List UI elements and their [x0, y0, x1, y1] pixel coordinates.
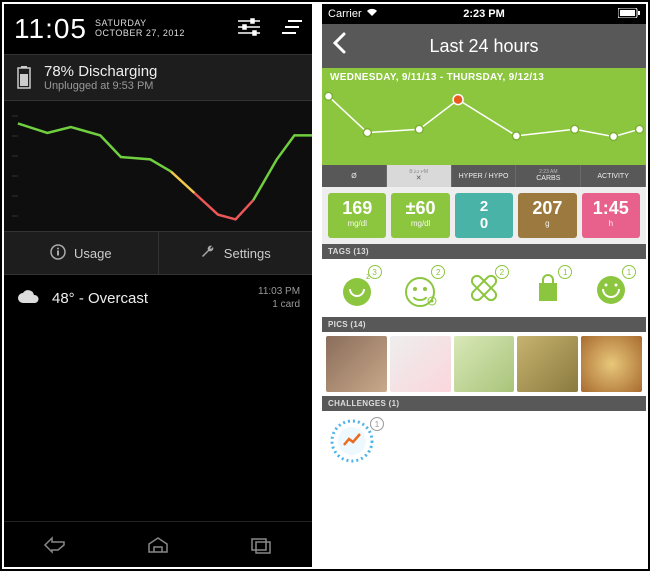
back-button[interactable]: [332, 32, 346, 61]
pic-thumb[interactable]: [581, 336, 642, 392]
pic-thumb[interactable]: [326, 336, 387, 392]
nav-bar: Last 24 hours: [322, 24, 646, 68]
clock-date-block: SATURDAY OCTOBER 27, 2012: [95, 19, 185, 39]
weather-meta: 11:03 PM 1 card: [258, 285, 300, 311]
date-range-label: WEDNESDAY, 9/11/13 - THURSDAY, 9/12/13: [322, 68, 646, 87]
pics-row: [322, 332, 646, 396]
segment-bar: Ø 8:23 PM✕ HYPER / HYPO 2:23 AMCARBS ACT…: [322, 165, 646, 187]
battery-chart: [4, 101, 312, 231]
tag-sleep[interactable]: zz 3: [326, 267, 388, 309]
clock-date: OCTOBER 27, 2012: [95, 29, 185, 39]
tags-row: zz 3 2 2 1 1: [322, 259, 646, 317]
clock-time: 11:05: [14, 13, 87, 45]
battery-icon: [16, 66, 32, 90]
menu-bars-icon[interactable]: [282, 20, 302, 39]
metrics-row: 169mg/dl ±60mg/dl 2 0 207g 1:45h: [322, 187, 646, 244]
settings-tab[interactable]: Settings: [158, 232, 313, 274]
pic-thumb[interactable]: [454, 336, 515, 392]
tag-count: 1: [622, 265, 636, 279]
seg-deviation[interactable]: 8:23 PM✕: [387, 165, 452, 187]
battery-text: 78% Discharging Unplugged at 9:53 PM: [44, 63, 157, 92]
phone-divider: [314, 2, 320, 569]
tag-count: 3: [368, 265, 382, 279]
metric-average[interactable]: 169mg/dl: [328, 193, 386, 238]
ios-phone: Carrier 2:23 PM Last 24 hours WEDNESDAY,…: [322, 4, 646, 567]
challenge-count: 1: [370, 417, 384, 431]
back-softkey[interactable]: [38, 534, 72, 556]
metric-deviation[interactable]: ±60mg/dl: [391, 193, 449, 238]
ios-status-bar: Carrier 2:23 PM: [322, 4, 646, 24]
android-navbar: [4, 521, 312, 567]
cloud-icon: [16, 289, 40, 307]
metric-carbs[interactable]: 207g: [518, 193, 576, 238]
pic-thumb[interactable]: [517, 336, 578, 392]
tag-count: 2: [495, 265, 509, 279]
challenge-badge[interactable]: [330, 450, 374, 467]
pic-thumb[interactable]: [390, 336, 451, 392]
usage-label: Usage: [74, 246, 112, 261]
seg-carbs[interactable]: 2:23 AMCARBS: [516, 165, 581, 187]
tag-shopping[interactable]: 1: [517, 267, 579, 309]
recents-softkey[interactable]: [244, 534, 278, 556]
battery-notification[interactable]: 78% Discharging Unplugged at 9:53 PM: [4, 54, 312, 101]
empty-area: [4, 321, 312, 521]
settings-label: Settings: [224, 246, 271, 261]
weather-time: 11:03 PM: [258, 285, 300, 298]
wrench-icon: [200, 244, 216, 263]
header-icons: [238, 18, 302, 41]
tag-count: 2: [431, 265, 445, 279]
tag-bandage[interactable]: 2: [453, 267, 515, 309]
battery-title: 78% Discharging: [44, 63, 157, 80]
seg-activity[interactable]: ACTIVITY: [581, 165, 646, 187]
tag-allergy[interactable]: 2: [390, 267, 452, 309]
metric-hyper-hypo[interactable]: 2 0: [455, 193, 513, 238]
status-header: 11:05 SATURDAY OCTOBER 27, 2012: [4, 4, 312, 54]
weather-card-count: 1 card: [258, 298, 300, 311]
info-icon: [50, 244, 66, 263]
weather-text: 48° - Overcast: [52, 290, 148, 307]
tag-happy[interactable]: 1: [580, 267, 642, 309]
home-softkey[interactable]: [141, 534, 175, 556]
glucose-chart[interactable]: [322, 87, 646, 165]
android-phone: 11:05 SATURDAY OCTOBER 27, 2012 78% Disc…: [4, 4, 312, 567]
tag-count: 1: [558, 265, 572, 279]
challenges-header: CHALLENGES (1): [322, 396, 646, 411]
weather-notification[interactable]: 48° - Overcast 11:03 PM 1 card: [4, 275, 312, 321]
challenges-row: 1: [322, 411, 646, 476]
tags-header: TAGS (13): [322, 244, 646, 259]
status-time: 2:23 PM: [322, 8, 646, 20]
nav-title: Last 24 hours: [429, 36, 538, 57]
usage-tab[interactable]: Usage: [4, 232, 158, 274]
battery-subtitle: Unplugged at 9:53 PM: [44, 80, 157, 92]
seg-hyper-hypo[interactable]: HYPER / HYPO: [452, 165, 517, 187]
battery-tabs: Usage Settings: [4, 231, 312, 275]
seg-average[interactable]: Ø: [322, 165, 387, 187]
pics-header: PICS (14): [322, 317, 646, 332]
metric-activity[interactable]: 1:45h: [582, 193, 640, 238]
sliders-icon[interactable]: [238, 18, 260, 41]
